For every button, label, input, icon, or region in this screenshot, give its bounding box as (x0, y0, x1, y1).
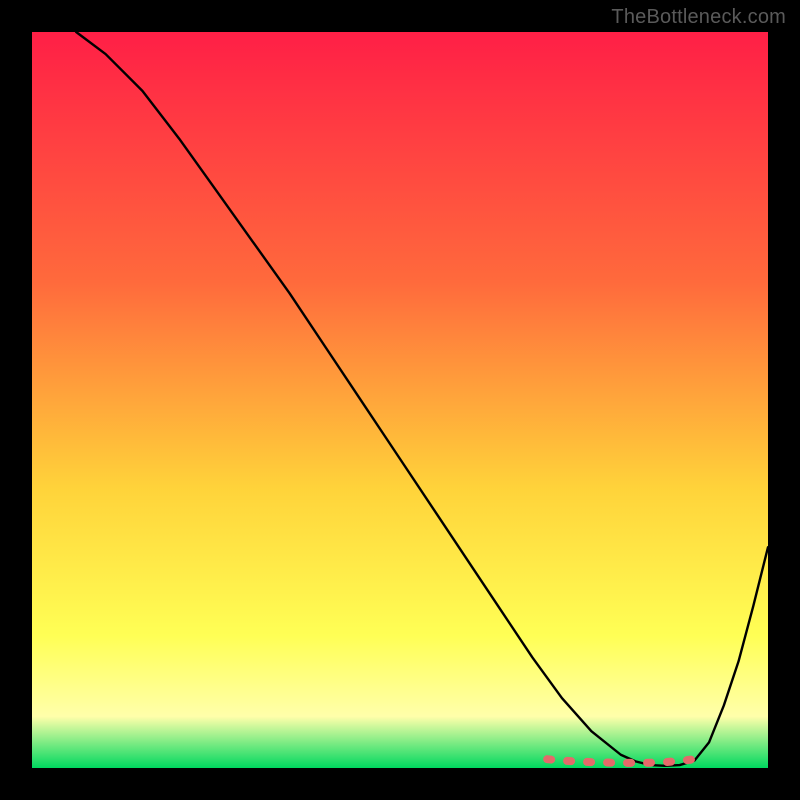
plot-svg (0, 0, 800, 800)
gradient-panel (32, 32, 768, 768)
chart-container: { "attribution": "TheBottleneck.com", "c… (0, 0, 800, 800)
attribution-text: TheBottleneck.com (611, 6, 786, 29)
